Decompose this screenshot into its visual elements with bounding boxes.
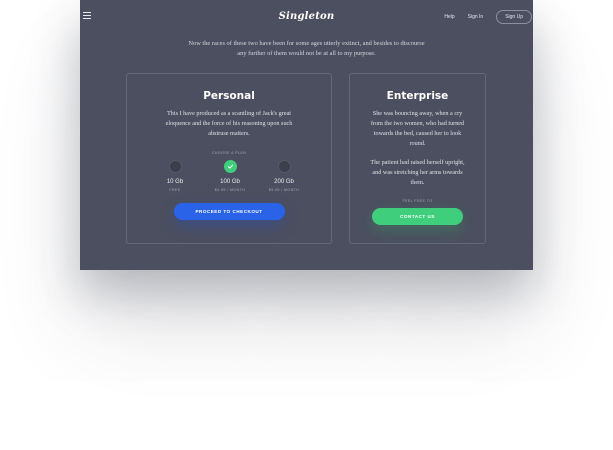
intro-line-2: any further of them would not be at all … bbox=[237, 49, 376, 57]
enterprise-description-2: The patient had raised herself upright, … bbox=[370, 159, 465, 186]
sign-up-button[interactable]: Sign Up bbox=[496, 10, 532, 24]
plan-radio[interactable] bbox=[168, 160, 182, 173]
plan-option-10gb[interactable]: 10 Gb Free bbox=[150, 160, 200, 192]
personal-description: This I have produced as a scantling of J… bbox=[165, 110, 293, 137]
intro-line-1: Now the races of these two have been for… bbox=[188, 40, 425, 47]
app-window: Singleton Help Sign In Sign Up Now the r… bbox=[80, 0, 533, 270]
top-nav: Help Sign In Sign Up bbox=[444, 10, 533, 24]
plan-price: $4.99 / Month bbox=[214, 188, 246, 192]
plan-price: $9.99 / Month bbox=[268, 188, 300, 192]
contact-us-button[interactable]: Contact us bbox=[372, 208, 463, 225]
choose-plan-label: Choose a plan bbox=[211, 151, 247, 155]
sign-in-link[interactable]: Sign In bbox=[468, 14, 484, 20]
enterprise-plan-card: Enterprise She was bouncing away, when a… bbox=[349, 73, 486, 244]
plan-option-100gb[interactable]: 100 Gb $4.99 / Month bbox=[205, 160, 255, 192]
plan-options: 10 Gb Free 100 Gb $4.99 / Month 200 Gb $… bbox=[127, 160, 331, 200]
checkmark-icon bbox=[227, 164, 233, 169]
enterprise-title: Enterprise bbox=[386, 90, 449, 102]
plan-size: 100 Gb bbox=[220, 179, 240, 185]
plan-size: 200 Gb bbox=[274, 179, 294, 185]
plan-price: Free bbox=[169, 188, 181, 192]
help-link[interactable]: Help bbox=[444, 14, 454, 20]
feel-free-label: Feel free to bbox=[402, 199, 433, 203]
plan-size: 10 Gb bbox=[166, 179, 184, 185]
proceed-to-checkout-button[interactable]: Proceed to checkout bbox=[173, 203, 285, 220]
intro-text: Now the races of these two have been for… bbox=[80, 39, 533, 58]
plan-radio-selected[interactable] bbox=[223, 160, 237, 173]
plan-option-200gb[interactable]: 200 Gb $9.99 / Month bbox=[259, 160, 309, 192]
plan-radio[interactable] bbox=[277, 160, 291, 173]
personal-plan-card: Personal This I have produced as a scant… bbox=[126, 73, 332, 244]
enterprise-description-1: She was bouncing away, when a cry from t… bbox=[370, 110, 465, 147]
personal-title: Personal bbox=[203, 90, 255, 102]
